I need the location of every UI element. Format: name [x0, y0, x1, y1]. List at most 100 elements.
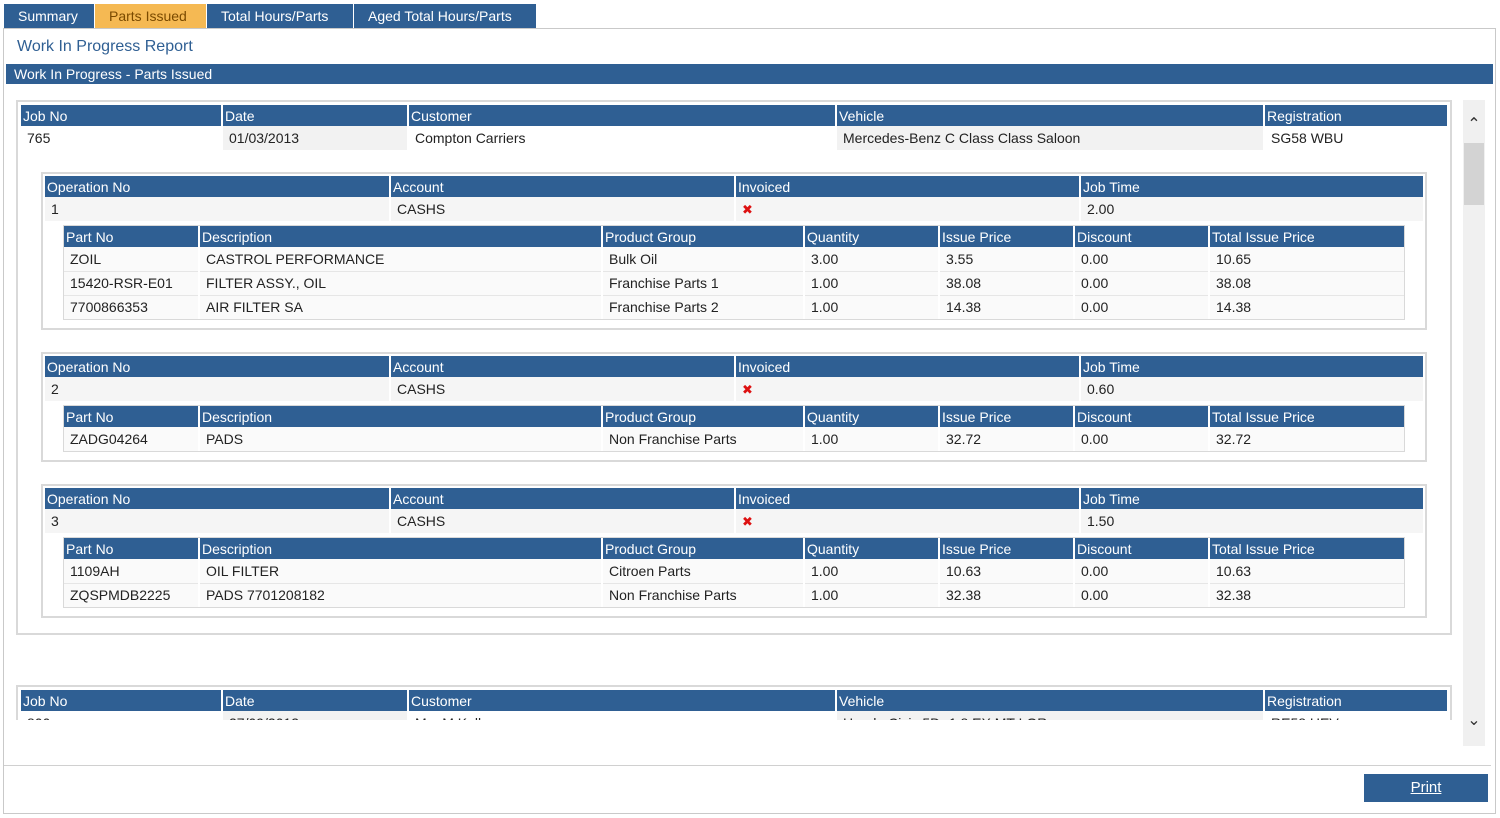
part-description: PADS 7701208182 — [198, 583, 602, 607]
operation-block: Operation No Account Invoiced Job Time 2 CASH… — [41, 352, 1427, 462]
parts-table: Part No Description Product Group Quantity I… — [64, 538, 1404, 607]
part-row[interactable]: 1109AH OIL FILTER Citroen Parts 1.00 10.63 0.… — [64, 559, 1404, 584]
part-column-header: Quantity — [803, 406, 939, 427]
job-column-header: Job No — [21, 105, 222, 126]
operation-column-header: Operation No — [45, 176, 390, 197]
report-scroll-area[interactable]: Job No Date Customer Vehicle Registration 765… — [16, 70, 1456, 720]
part-header-row: Part No Description Product Group Quantity I… — [64, 406, 1404, 427]
job-row[interactable]: 80027/09/2013Mrs M KellyHonda Civic 5Dr … — [21, 711, 1447, 720]
part-row[interactable]: ZADG04264 PADS Non Franchise Parts 1.00 32.7… — [64, 427, 1404, 451]
operation-row[interactable]: 3 CASHS ✖ 1.50 — [45, 509, 1423, 533]
chevron-down-icon[interactable]: ⌄ — [1463, 710, 1485, 732]
part-issue-price: 38.08 — [938, 271, 1074, 296]
print-button[interactable]: Print — [1364, 774, 1488, 802]
parts-table-wrapper: Part No Description Product Group Quantity I… — [63, 225, 1405, 320]
vertical-scrollbar[interactable]: ⌃ ⌄ — [1463, 100, 1485, 746]
part-no: ZADG04264 — [64, 427, 199, 451]
job-date: 27/09/2013 — [221, 711, 408, 720]
job-vehicle: Honda Civic 5Dr 1.8 EX MT LGR — [835, 711, 1264, 720]
part-row[interactable]: 15420-RSR-E01 FILTER ASSY., OIL Franchise … — [64, 271, 1404, 296]
operation-table: Operation No Account Invoiced Job Time 3 CASH… — [45, 488, 1423, 533]
operation-invoiced: ✖ — [734, 197, 1080, 221]
operation-job-time: 0.60 — [1079, 377, 1423, 401]
operation-job-time: 1.50 — [1079, 509, 1423, 533]
cross-icon: ✖ — [742, 201, 753, 217]
part-quantity: 1.00 — [803, 427, 939, 451]
operation-invoiced: ✖ — [734, 509, 1080, 533]
job-column-header: Registration — [1263, 690, 1447, 711]
part-column-header: Total Issue Price — [1208, 538, 1404, 559]
part-total-issue-price: 14.38 — [1208, 295, 1404, 319]
part-issue-price: 3.55 — [938, 247, 1074, 272]
job-date: 01/03/2013 — [221, 126, 408, 150]
part-no: 7700866353 — [64, 295, 199, 319]
part-total-issue-price: 32.38 — [1208, 583, 1404, 607]
job-column-header: Vehicle — [835, 105, 1264, 126]
part-total-issue-price: 38.08 — [1208, 271, 1404, 296]
job-row[interactable]: 765 01/03/2013 Compton Carriers Mercedes-Be… — [21, 126, 1447, 150]
job-header-row: Job No Date Customer Vehicle Registration — [21, 690, 1447, 711]
job-column-header: Customer — [407, 105, 836, 126]
part-quantity: 1.00 — [803, 295, 939, 319]
scroll-thumb[interactable] — [1464, 143, 1484, 205]
tab-total-hours-parts[interactable]: Total Hours/Parts — [207, 4, 354, 29]
part-row[interactable]: ZOIL CASTROL PERFORMANCE Bulk Oil 3.00 3.55 0… — [64, 247, 1404, 272]
part-header-row: Part No Description Product Group Quantity I… — [64, 226, 1404, 247]
part-product-group: Non Franchise Parts — [601, 583, 804, 607]
part-quantity: 1.00 — [803, 559, 939, 584]
footer-divider — [4, 765, 1491, 766]
part-row[interactable]: 7700866353 AIR FILTER SA Franchise Parts 2… — [64, 295, 1404, 319]
tab-parts-issued[interactable]: Parts Issued — [95, 4, 207, 29]
cross-icon: ✖ — [742, 513, 753, 529]
tab-summary[interactable]: Summary — [4, 4, 95, 29]
cross-icon: ✖ — [742, 381, 753, 397]
operation-header-row: Operation No Account Invoiced Job Time — [45, 356, 1423, 377]
chevron-up-icon[interactable]: ⌃ — [1463, 114, 1485, 136]
part-description: FILTER ASSY., OIL — [198, 271, 602, 296]
job-block-inner: Job NoDateCustomerVehicleRegistration800… — [18, 687, 1450, 720]
part-column-header: Discount — [1073, 538, 1209, 559]
part-issue-price: 10.63 — [938, 559, 1074, 584]
part-column-header: Part No — [64, 406, 199, 427]
operation-column-header: Account — [389, 488, 735, 509]
operation-column-header: Job Time — [1079, 356, 1423, 377]
part-column-header: Description — [198, 538, 602, 559]
job-column-header: Registration — [1263, 105, 1447, 126]
part-issue-price: 32.38 — [938, 583, 1074, 607]
part-no: ZOIL — [64, 247, 199, 272]
part-issue-price: 14.38 — [938, 295, 1074, 319]
part-total-issue-price: 10.65 — [1208, 247, 1404, 272]
part-column-header: Quantity — [803, 226, 939, 247]
operation-job-time: 2.00 — [1079, 197, 1423, 221]
part-column-header: Total Issue Price — [1208, 406, 1404, 427]
operation-row[interactable]: 2 CASHS ✖ 0.60 — [45, 377, 1423, 401]
job-registration: SG58 WBU — [1263, 126, 1447, 150]
operation-no: 3 — [45, 509, 390, 533]
parts-table-wrapper: Part No Description Product Group Quantity I… — [63, 537, 1405, 608]
part-column-header: Issue Price — [938, 226, 1074, 247]
part-discount: 0.00 — [1073, 295, 1209, 319]
part-column-header: Total Issue Price — [1208, 226, 1404, 247]
operation-column-header: Job Time — [1079, 176, 1423, 197]
job-block-inner: Job No Date Customer Vehicle Registration 765… — [18, 102, 1450, 633]
part-column-header: Discount — [1073, 226, 1209, 247]
part-row[interactable]: ZQSPMDB2225 PADS 7701208182 Non Franchise … — [64, 583, 1404, 607]
part-description: AIR FILTER SA — [198, 295, 602, 319]
tab-aged-total-hours-parts[interactable]: Aged Total Hours/Parts — [354, 4, 537, 29]
operation-account: CASHS — [389, 197, 735, 221]
job-registration: RE58 HEV — [1263, 711, 1447, 720]
tab-bar: Summary Parts Issued Total Hours/Parts A… — [4, 4, 537, 29]
part-description: PADS — [198, 427, 602, 451]
operation-table: Operation No Account Invoiced Job Time 1 CASH… — [45, 176, 1423, 221]
operation-column-header: Account — [389, 356, 735, 377]
operation-invoiced: ✖ — [734, 377, 1080, 401]
part-description: CASTROL PERFORMANCE — [198, 247, 602, 272]
operation-row[interactable]: 1 CASHS ✖ 2.00 — [45, 197, 1423, 221]
operation-column-header: Invoiced — [734, 176, 1080, 197]
part-quantity: 3.00 — [803, 247, 939, 272]
job-job-no: 765 — [27, 130, 51, 146]
job-job-no: 800 — [21, 711, 222, 720]
print-button-label: Print — [1410, 779, 1442, 796]
operation-column-header: Operation No — [45, 488, 390, 509]
part-column-header: Quantity — [803, 538, 939, 559]
